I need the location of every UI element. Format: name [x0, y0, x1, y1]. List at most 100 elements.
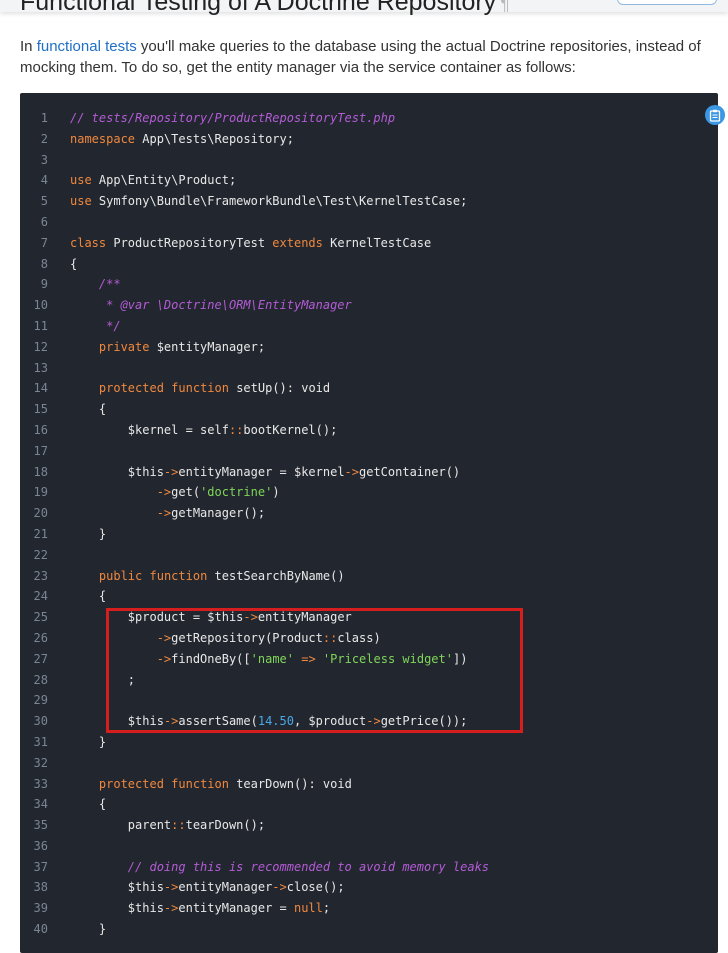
code-text: $this->entityManager->close(); — [70, 877, 345, 898]
line-number: 38 — [33, 880, 48, 895]
intro-prefix: In — [20, 38, 37, 55]
code-line: 2 namespace App\Tests\Repository; — [20, 129, 718, 150]
line-number: 15 — [33, 402, 48, 417]
line-number: 17 — [33, 443, 48, 458]
code-line: 6 — [20, 212, 718, 233]
line-number: 35 — [33, 818, 48, 833]
code-text: { — [70, 254, 77, 275]
line-number: 25 — [33, 610, 48, 625]
line-number: 19 — [33, 485, 48, 500]
code-token: */ — [70, 318, 121, 333]
code-line: 11 */ — [20, 316, 718, 337]
line-number: 30 — [33, 714, 48, 729]
code-token: /** — [70, 277, 121, 292]
code-token: entityManager = — [178, 901, 294, 916]
code-token: $entityManager; — [149, 339, 266, 354]
code-line: 18 $this->entityManager = $kernel->getCo… — [20, 462, 718, 483]
code-token: Symfony\Bundle\FrameworkBundle\Test\Kern… — [91, 194, 468, 209]
clipboard-icon — [709, 109, 721, 122]
code-token: -> — [163, 901, 179, 916]
code-token: extends — [272, 235, 323, 250]
code-line: 12 private $entityManager; — [20, 337, 718, 358]
code-text: */ — [70, 316, 121, 337]
code-text: } — [70, 732, 106, 753]
code-token: void — [301, 381, 331, 396]
code-token: } — [70, 526, 107, 541]
code-line: 22 — [20, 545, 718, 566]
line-number: 6 — [40, 214, 48, 229]
code-token: { — [70, 256, 78, 271]
code-text: $this->entityManager = $kernel->getConta… — [70, 462, 460, 483]
code-token: parent — [70, 818, 172, 833]
code-token: tearDown(): void — [228, 776, 352, 791]
code-line: 16 $kernel = self::bootKernel(); — [20, 420, 718, 441]
line-number: 2 — [40, 131, 48, 146]
code-token: function — [171, 776, 229, 791]
code-line: 7 class ProductRepositoryTest extends Ker… — [20, 233, 718, 254]
code-token: -> — [156, 485, 172, 500]
code-text: protected function setUp(): void — [70, 378, 330, 399]
code-line: 33 protected function tearDown(): void — [20, 774, 718, 795]
line-number: 18 — [33, 464, 48, 479]
code-token: close(); — [286, 880, 345, 895]
code-token: App\Tests\Repository; — [135, 131, 294, 146]
line-number: 8 — [40, 256, 48, 271]
code-line: 32 — [20, 753, 718, 774]
line-number: 7 — [40, 235, 48, 250]
line-number: 37 — [33, 859, 48, 874]
code-token: private — [98, 339, 150, 354]
line-number: 4 — [40, 173, 48, 188]
line-number: 5 — [40, 194, 48, 209]
line-number: 27 — [33, 651, 48, 666]
code-token: use — [70, 173, 92, 188]
code-line: 19 ->get('doctrine') — [20, 482, 718, 503]
code-line: 38 $this->entityManager->close(); — [20, 877, 718, 898]
code-line: 37 // doing this is recommended to avoid… — [20, 857, 718, 878]
code-token: * @var \Doctrine\ORM\EntityManager — [70, 298, 352, 313]
code-token: :: — [228, 422, 244, 437]
code-token: -> — [344, 464, 359, 479]
line-number: 16 — [33, 422, 48, 437]
line-number: 3 — [40, 152, 48, 167]
code-token: function — [171, 381, 229, 396]
highlight-box — [106, 608, 523, 733]
code-token: protected — [98, 381, 164, 396]
code-token: KernelTestCase — [322, 235, 432, 250]
line-number: 32 — [33, 755, 48, 770]
code-token: use — [70, 194, 92, 209]
code-token: { — [70, 797, 107, 812]
code-line: 8{ — [20, 254, 718, 275]
code-token: bootKernel(); — [243, 422, 338, 437]
section-heading-text: Functional Testing of A Doctrine Reposit… — [20, 0, 497, 16]
code-token: :: — [171, 818, 186, 833]
toolbar-button[interactable] — [617, 0, 717, 5]
line-number: 33 — [33, 776, 48, 791]
heading-anchor-link[interactable]: ¶ — [500, 0, 510, 14]
code-token: } — [70, 922, 107, 937]
code-token: $this — [70, 880, 164, 895]
code-text: protected function tearDown(): void — [70, 774, 352, 795]
code-token: $this — [70, 901, 164, 916]
copy-code-button[interactable] — [705, 105, 725, 125]
code-line: 35 parent::tearDown(); — [20, 815, 718, 836]
code-token: -> — [272, 880, 287, 895]
code-text: } — [70, 919, 106, 940]
code-text: ->get('doctrine') — [70, 482, 280, 503]
code-token: -> — [163, 464, 179, 479]
code-line: 40 } — [20, 919, 718, 940]
section-heading: Functional Testing of A Doctrine Reposit… — [20, 0, 510, 17]
intro-paragraph: In functional tests you'll make queries … — [20, 36, 716, 78]
line-number: 23 — [33, 568, 48, 583]
code-text: /** — [70, 274, 121, 295]
code-line: 31 } — [20, 732, 718, 753]
line-number: 39 — [33, 901, 48, 916]
line-number: 29 — [33, 693, 48, 708]
code-token: -> — [163, 880, 179, 895]
code-text: // doing this is recommended to avoid me… — [70, 857, 489, 878]
functional-tests-link[interactable]: functional tests — [37, 38, 137, 55]
line-number: 40 — [33, 922, 48, 937]
code-text: $kernel = self::bootKernel(); — [70, 420, 338, 441]
line-number: 28 — [33, 672, 48, 687]
